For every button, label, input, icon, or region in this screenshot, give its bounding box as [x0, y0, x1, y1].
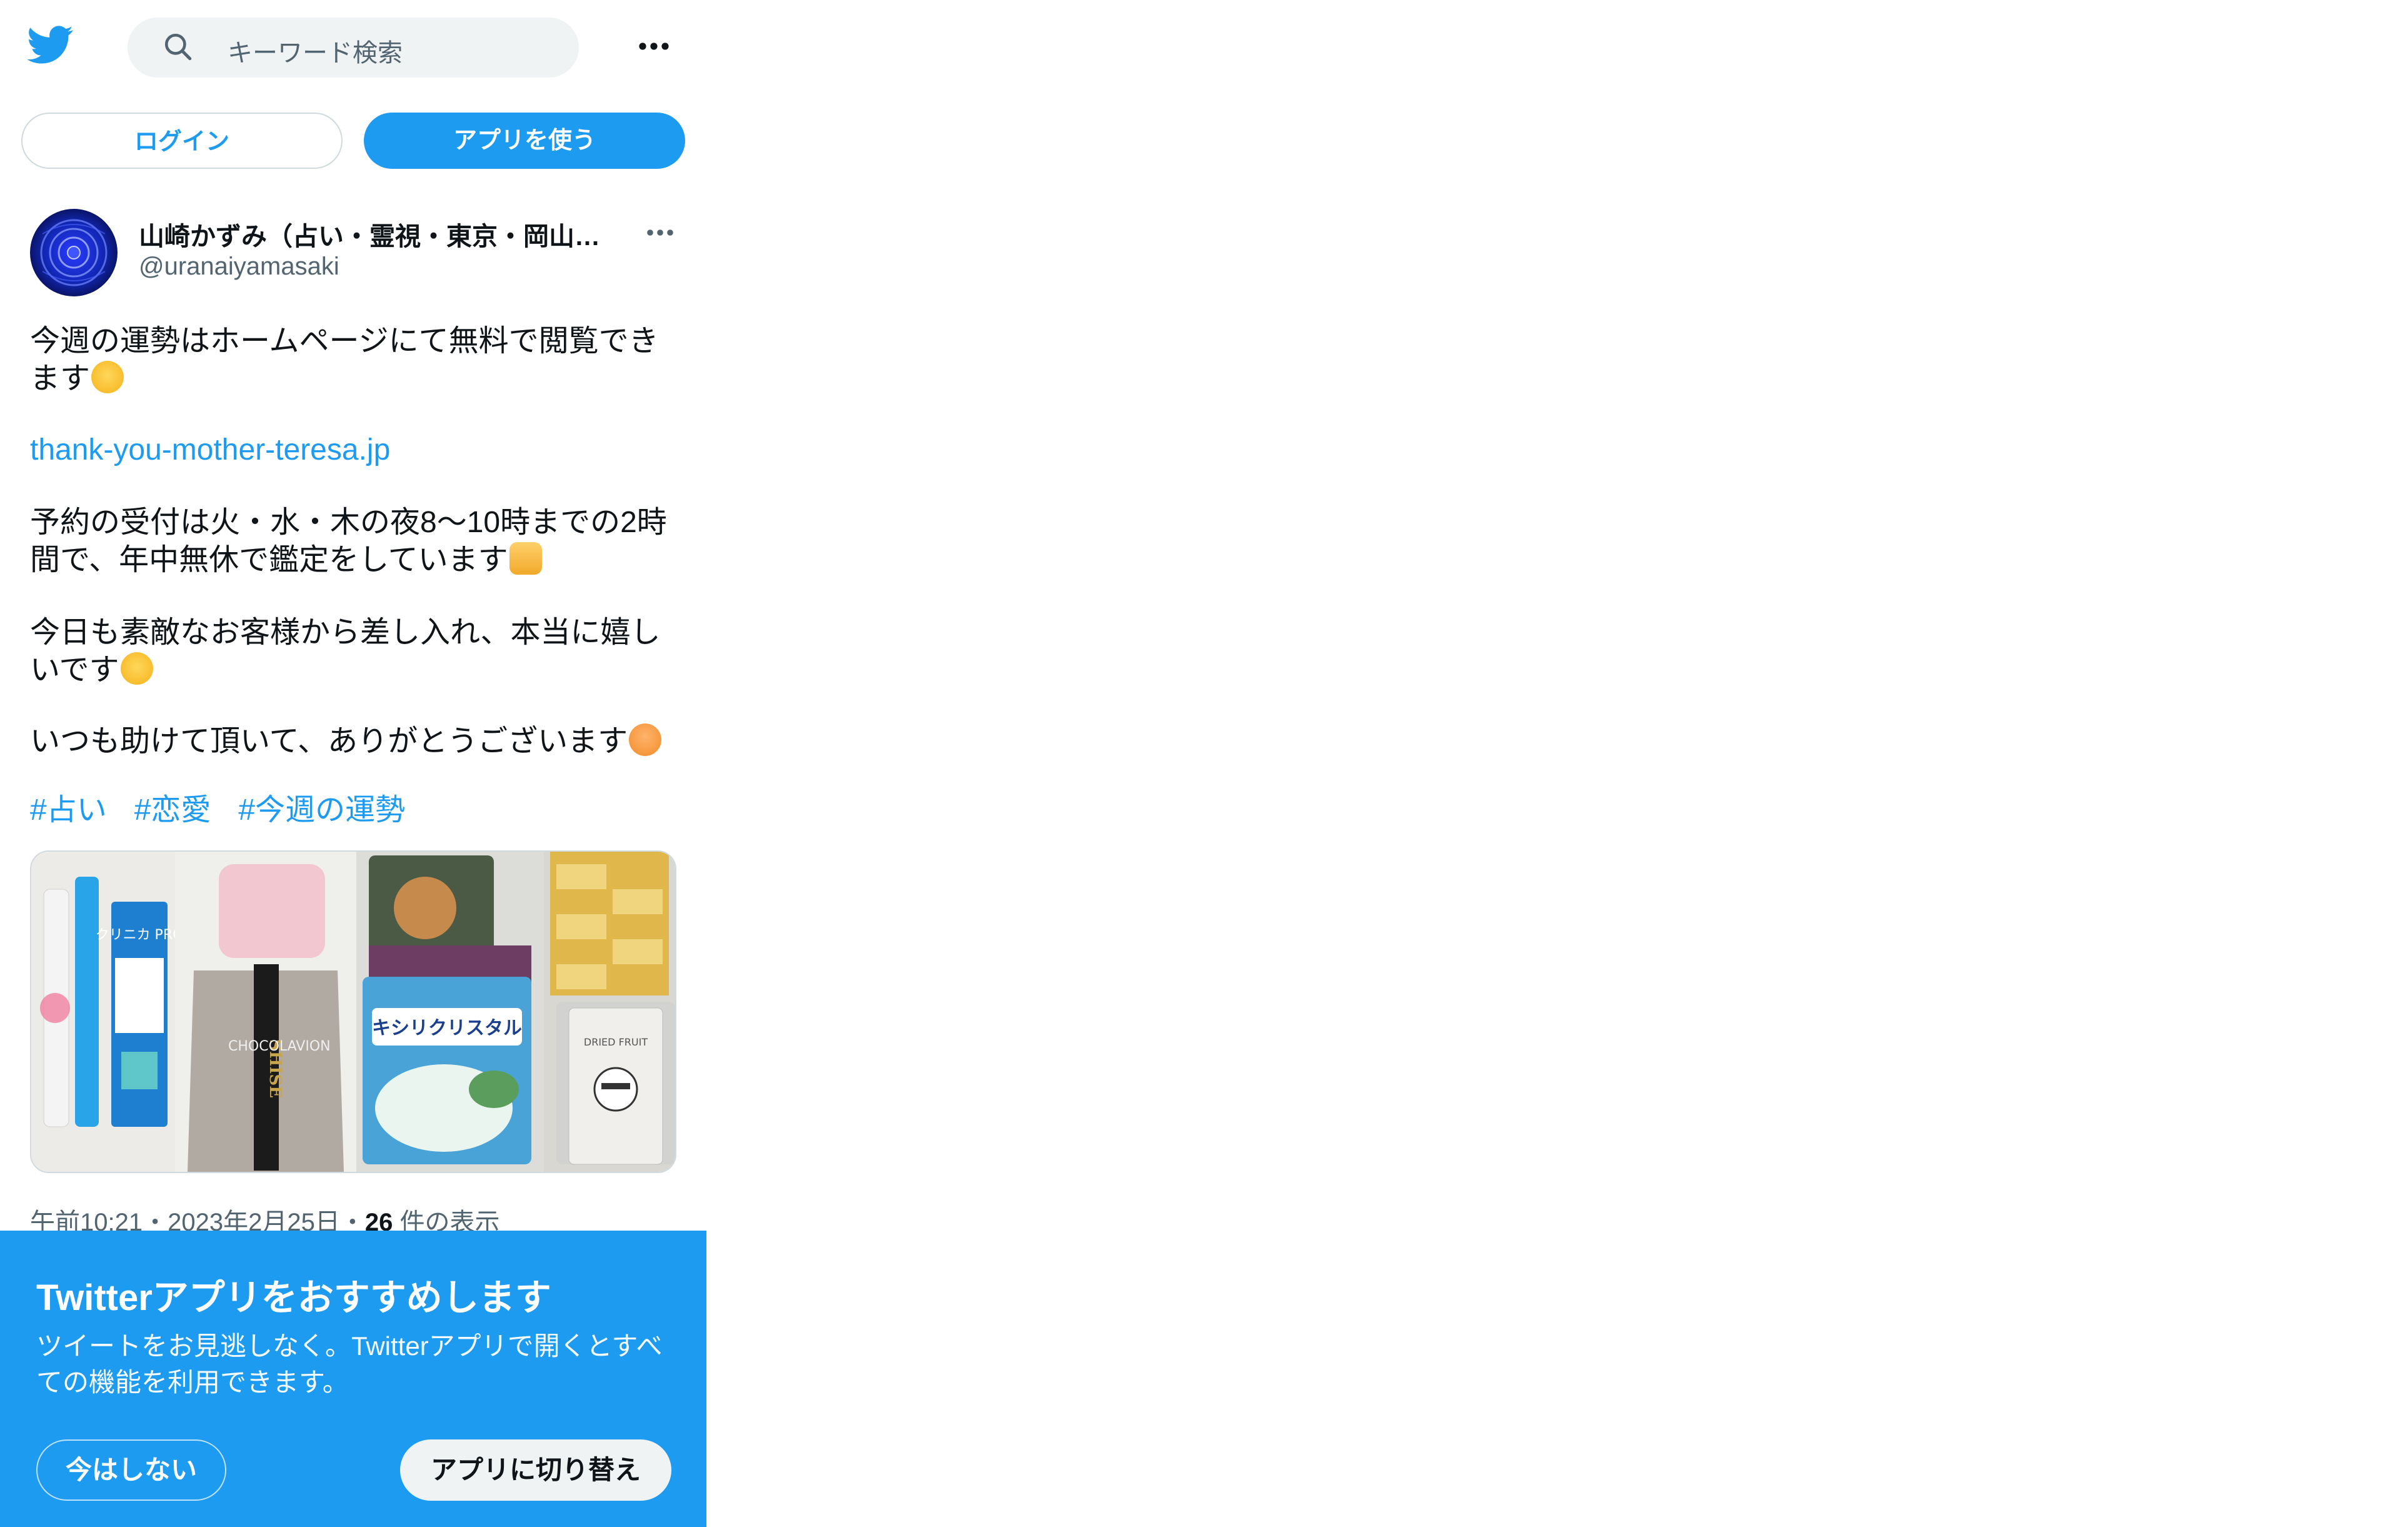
tweet-text-line-1: 今週の運勢はホームページにて無料で閲覧できます [30, 325, 659, 395]
login-button[interactable]: ログイン [21, 113, 343, 169]
tweet-column: キーワード検索 ログイン アプリを使う 山崎かずみ（占い・霊視・東京・岡山… @… [0, 0, 706, 1527]
author-name[interactable]: 山崎かずみ（占い・霊視・東京・岡山… [139, 215, 620, 253]
twitter-bird-icon[interactable] [28, 21, 74, 68]
author-handle[interactable]: @uranaiyamasaki [139, 253, 339, 281]
search-icon [164, 33, 192, 61]
tweet-paragraph-2: 予約の受付は火・水・木の夜8〜10時までの2時間で、年中無休で鑑定をしています [30, 504, 680, 579]
gift-items-photo: クリニカ PRO SHISE CHOCOLAVION キシリクリスタル DRIE… [31, 852, 675, 1172]
tweet-paragraph-3: 今日も素敵なお客様から差し入れ、本当に嬉しいです [30, 614, 680, 689]
use-app-button[interactable]: アプリを使う [364, 113, 685, 169]
app-promo-banner: Twitterアプリをおすすめします ツイートをお見逃しなく。Twitterアプ… [0, 1231, 706, 1527]
photo-text-xylicrystal: キシリクリスタル [372, 1017, 522, 1039]
tweet-link[interactable]: thank-you-mother-teresa.jp [30, 433, 390, 466]
hashtag-konshu-no-unsei[interactable]: #今週の運勢 [238, 794, 405, 827]
photo-text-chocolavion: CHOCOLAVION [228, 1039, 331, 1054]
tweet-photo[interactable]: クリニカ PRO SHISE CHOCOLAVION キシリクリスタル DRIE… [30, 850, 676, 1173]
smiling-face-emoji-icon [91, 361, 124, 393]
blue-rose-avatar-image [30, 209, 118, 296]
search-placeholder: キーワード検索 [228, 39, 403, 67]
photo-text-clinica: クリニカ PRO [96, 927, 184, 943]
not-now-button[interactable]: 今はしない [36, 1439, 226, 1501]
avatar[interactable] [30, 209, 118, 296]
more-options-icon[interactable] [638, 34, 670, 59]
tweet-paragraph-1: 今週の運勢はホームページにて無料で閲覧できます [30, 323, 680, 398]
hashtag-renai[interactable]: #恋愛 [134, 794, 211, 827]
switch-to-app-button[interactable]: アプリに切り替え [400, 1439, 671, 1501]
person-bowing-emoji-icon [629, 723, 662, 756]
tweet-paragraph-4: いつも助けて頂いて、ありがとうございます [30, 723, 680, 760]
photo-text-dried-fruit: DRIED FRUIT [584, 1036, 648, 1048]
hashtag-uranai[interactable]: #占い [30, 794, 107, 827]
banner-description: ツイートをお見逃しなく。Twitterアプリで開くとすべての機能を利用できます。 [36, 1331, 663, 1397]
grinning-squinting-emoji-icon [120, 652, 153, 685]
tweet-text-line-2: 予約の受付は火・水・木の夜8〜10時までの2時間で、年中無休で鑑定をしています [30, 506, 667, 577]
tweet-text-line-4: いつも助けて頂いて、ありがとうございます [30, 725, 628, 758]
tweet-link-row: thank-you-mother-teresa.jp [30, 431, 680, 469]
tweet-more-icon[interactable] [645, 223, 675, 243]
banner-title: Twitterアプリをおすすめします [36, 1278, 551, 1318]
folded-hands-emoji-icon [509, 542, 542, 575]
search-bar[interactable]: キーワード検索 [128, 18, 579, 78]
hashtag-row: #占い #恋愛 #今週の運勢 [30, 792, 433, 829]
